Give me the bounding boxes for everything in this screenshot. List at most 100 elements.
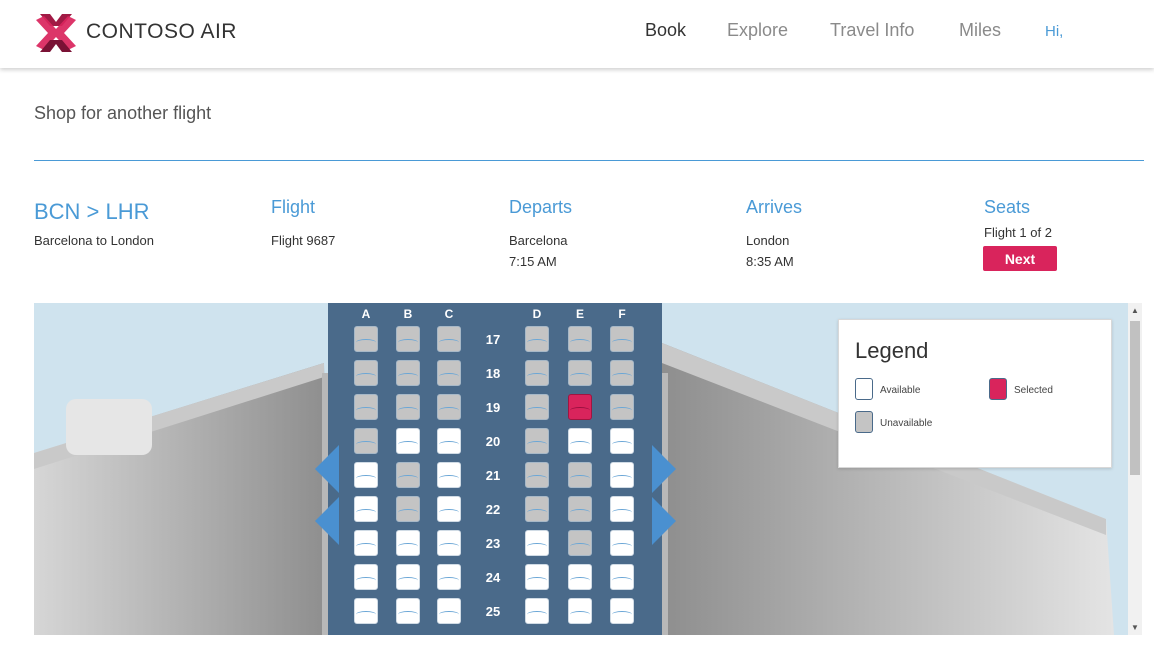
row-number: 19 <box>485 400 501 415</box>
seat-20d <box>525 428 549 454</box>
scroll-right-arrow-upper[interactable] <box>652 445 676 493</box>
arrives-heading: Arrives <box>746 197 803 217</box>
contoso-air-logo[interactable] <box>34 12 78 54</box>
seat-17e <box>568 326 592 352</box>
departs-heading: Departs <box>509 197 573 217</box>
nav-book[interactable]: Book <box>645 20 686 41</box>
departs-time: 7:15 AM <box>509 254 557 269</box>
legend-available-swatch <box>855 378 873 400</box>
seat-18f <box>610 360 634 386</box>
seat-17c <box>437 326 461 352</box>
next-button[interactable]: Next <box>983 246 1057 271</box>
row-number: 25 <box>485 604 501 619</box>
seat-19e[interactable] <box>568 394 592 420</box>
legend-title: Legend <box>855 338 929 363</box>
seat-21f[interactable] <box>610 462 634 488</box>
fuselage-cabin: A B C D E F 17 18 19 20 21 22 23 24 25 <box>328 303 662 635</box>
row-number: 21 <box>485 468 501 483</box>
seat-25e[interactable] <box>568 598 592 624</box>
seat-17a <box>354 326 378 352</box>
nav-miles[interactable]: Miles <box>959 20 1001 41</box>
scroll-left-arrow-upper[interactable] <box>315 445 339 493</box>
seat-21e <box>568 462 592 488</box>
seat-25d[interactable] <box>525 598 549 624</box>
seat-22d <box>525 496 549 522</box>
seat-24a[interactable] <box>354 564 378 590</box>
seat-24b[interactable] <box>396 564 420 590</box>
seat-18b <box>396 360 420 386</box>
seat-18a <box>354 360 378 386</box>
seat-column-f: F <box>618 307 626 321</box>
seat-18e <box>568 360 592 386</box>
legend-unavailable-swatch <box>855 411 873 433</box>
seat-23d[interactable] <box>525 530 549 556</box>
row-number: 17 <box>485 332 501 347</box>
seat-21d <box>525 462 549 488</box>
seat-22c[interactable] <box>437 496 461 522</box>
section-divider <box>34 160 1144 161</box>
seat-22e <box>568 496 592 522</box>
seat-23f[interactable] <box>610 530 634 556</box>
row-number: 24 <box>485 570 501 585</box>
seat-24d[interactable] <box>525 564 549 590</box>
seat-24c[interactable] <box>437 564 461 590</box>
nav-explore[interactable]: Explore <box>727 20 788 41</box>
legend-available-label: Available <box>880 385 921 396</box>
flight-number: Flight 9687 <box>271 233 336 248</box>
seat-22f[interactable] <box>610 496 634 522</box>
arrives-time: 8:35 AM <box>746 254 794 269</box>
seat-25f[interactable] <box>610 598 634 624</box>
seat-column-d: D <box>532 307 542 321</box>
seat-25a[interactable] <box>354 598 378 624</box>
seat-23c[interactable] <box>437 530 461 556</box>
row-number: 18 <box>485 366 501 381</box>
seat-22b <box>396 496 420 522</box>
seat-17f <box>610 326 634 352</box>
seat-19c <box>437 394 461 420</box>
seat-23a[interactable] <box>354 530 378 556</box>
seat-18c <box>437 360 461 386</box>
seat-20e[interactable] <box>568 428 592 454</box>
scroll-up-icon[interactable]: ▲ <box>1131 306 1139 315</box>
seat-25b[interactable] <box>396 598 420 624</box>
seat-20a <box>354 428 378 454</box>
shop-another-flight-link[interactable]: Shop for another flight <box>34 103 211 124</box>
seat-19f <box>610 394 634 420</box>
flight-heading: Flight <box>271 197 316 217</box>
scroll-down-icon[interactable]: ▼ <box>1131 623 1139 632</box>
seat-20f[interactable] <box>610 428 634 454</box>
seat-map: A B C D E F 17 18 19 20 21 22 23 24 25 Legend Availabl… <box>34 303 1128 635</box>
seat-22a[interactable] <box>354 496 378 522</box>
legend-unavailable-label: Unavailable <box>880 418 933 429</box>
arrives-city: London <box>746 233 790 248</box>
seat-18d <box>525 360 549 386</box>
route-title: BCN > LHR <box>34 199 150 224</box>
scrollbar-thumb[interactable] <box>1130 321 1140 475</box>
brand-name[interactable]: CONTOSO AIR <box>86 20 237 44</box>
scroll-left-arrow-lower[interactable] <box>315 497 339 545</box>
scroll-right-arrow-lower[interactable] <box>652 497 676 545</box>
seat-21c[interactable] <box>437 462 461 488</box>
seat-25c[interactable] <box>437 598 461 624</box>
seatmap-scrollbar[interactable]: ▲ ▼ <box>1128 303 1142 635</box>
seat-24f[interactable] <box>610 564 634 590</box>
seat-column-c: C <box>444 307 454 321</box>
seat-column-a: A <box>361 307 371 321</box>
seats-heading: Seats <box>984 197 1031 217</box>
nav-travel-info[interactable]: Travel Info <box>830 20 914 41</box>
route-subtitle: Barcelona to London <box>34 233 154 248</box>
top-header: CONTOSO AIR Book Explore Travel Info Mil… <box>0 0 1154 68</box>
departs-city: Barcelona <box>509 233 568 248</box>
seat-column-e: E <box>575 307 584 321</box>
seat-19a <box>354 394 378 420</box>
seat-24e[interactable] <box>568 564 592 590</box>
seat-19b <box>396 394 420 420</box>
seat-21a[interactable] <box>354 462 378 488</box>
user-greeting[interactable]: Hi, <box>1045 23 1063 40</box>
seat-17b <box>396 326 420 352</box>
seat-21b <box>396 462 420 488</box>
seat-20b[interactable] <box>396 428 420 454</box>
row-number: 22 <box>485 502 501 517</box>
seat-23b[interactable] <box>396 530 420 556</box>
seat-20c[interactable] <box>437 428 461 454</box>
